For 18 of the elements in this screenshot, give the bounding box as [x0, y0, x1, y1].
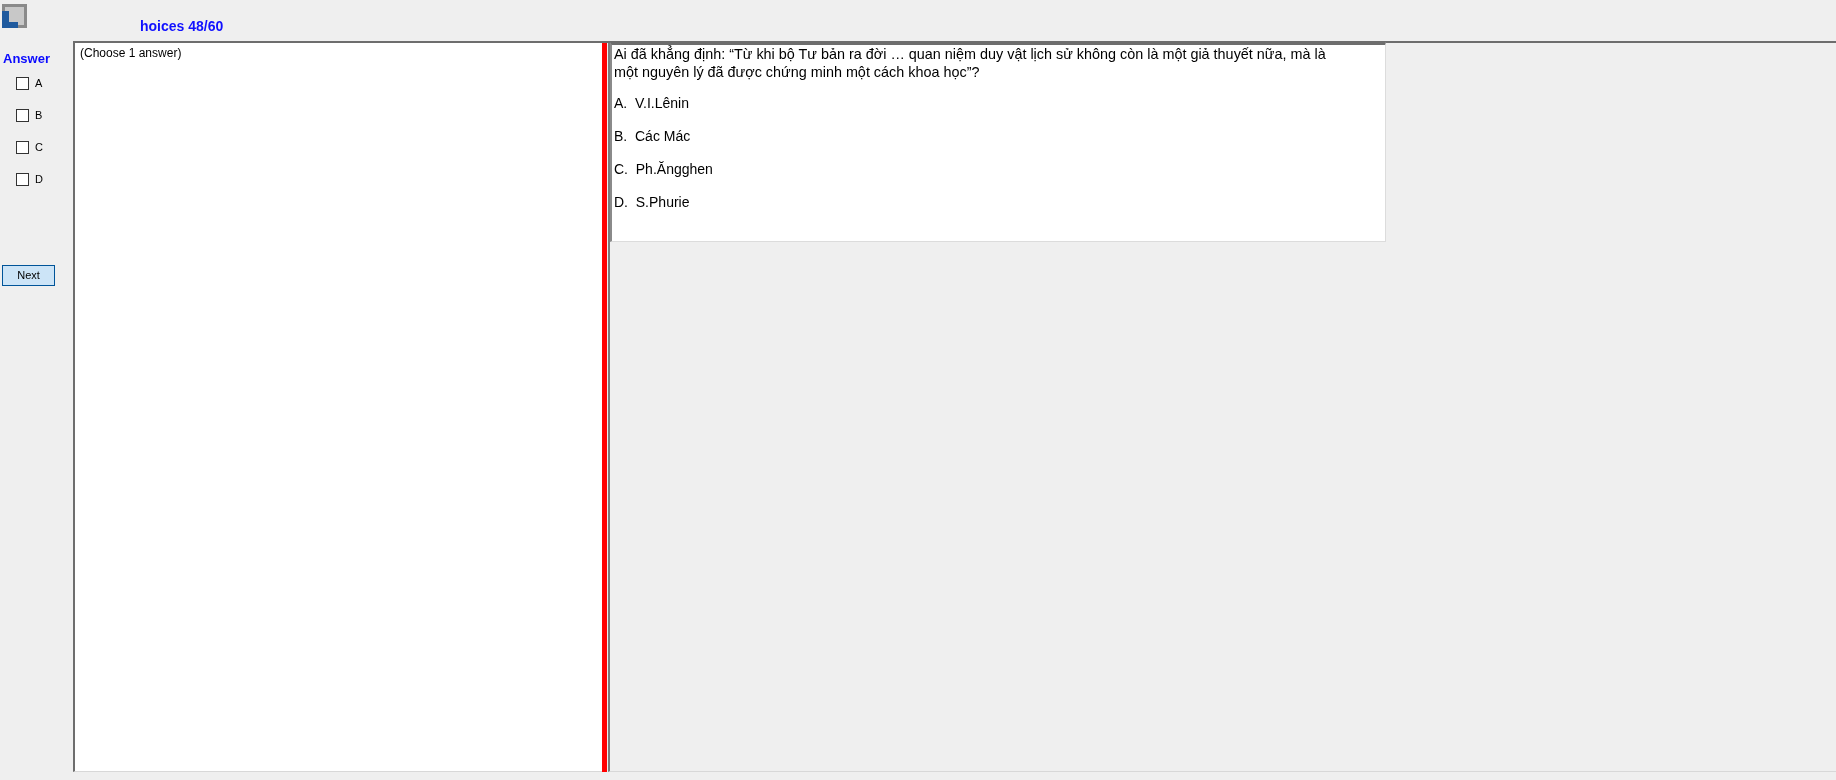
checkbox-label: D [35, 172, 43, 186]
choice-text: D. S.Phurie [614, 193, 690, 211]
checkbox[interactable] [16, 140, 29, 154]
checkbox-label: B [35, 108, 43, 122]
answer-heading: Answer [3, 51, 51, 67]
checkbox[interactable] [16, 172, 29, 186]
choice-text: B. Các Mác [614, 127, 691, 145]
next-button[interactable]: Next [2, 265, 55, 286]
checkbox[interactable] [16, 76, 29, 90]
choice-text: A. V.I.Lênin [614, 94, 689, 112]
window-title: hoices 48/60 [140, 17, 224, 36]
checkbox-label: A [35, 76, 43, 90]
question-text: Ai đã khẳng định: “Từ khi bộ Tư bản ra đời … quan niệm duy vật lịch sử không còn là một giả thuyết nữa, mà là một nguyên lý đã được chứng minh một cách khoa học”? [614, 45, 1327, 81]
app-icon [1, 2, 28, 29]
checkbox-label: C [35, 140, 43, 154]
instruction-text: (Choose 1 answer) [80, 46, 182, 60]
choice-text: C. Ph.Ăngghen [614, 160, 713, 178]
checkbox[interactable] [16, 108, 29, 122]
